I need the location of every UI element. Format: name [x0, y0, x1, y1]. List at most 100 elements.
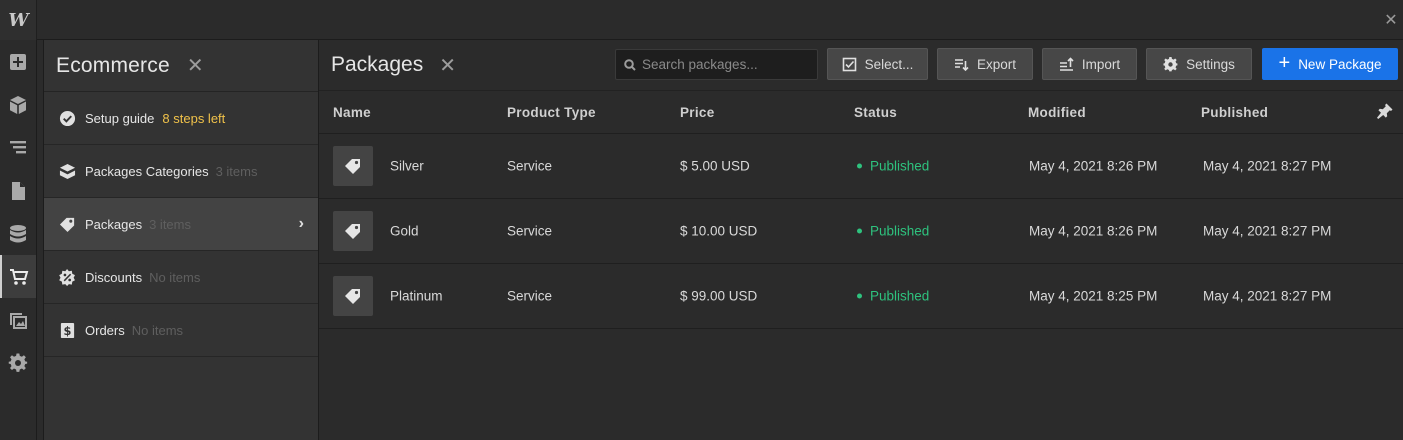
export-button-label: Export [976, 56, 1017, 72]
cell-price: $ 10.00 USD [680, 223, 758, 239]
column-header-published[interactable]: Published [1201, 105, 1268, 120]
category-icon [58, 162, 76, 180]
svg-text:$: $ [63, 323, 71, 337]
column-header-name[interactable]: Name [333, 105, 371, 120]
import-button[interactable]: Import [1042, 48, 1137, 80]
settings-button[interactable]: Settings [1146, 48, 1252, 80]
page-title: Packages [331, 53, 424, 76]
table-row[interactable]: Gold Service $ 10.00 USD Published May 4… [319, 199, 1403, 264]
gear-icon [1163, 56, 1178, 71]
panel-item-count: No items [149, 269, 201, 285]
panel-item-label: Discounts [85, 269, 143, 285]
export-button[interactable]: Export [937, 48, 1033, 80]
cell-status: Published [857, 224, 929, 239]
cell-modified: May 4, 2021 8:26 PM [1029, 223, 1158, 239]
column-header-price[interactable]: Price [680, 105, 715, 120]
cms-icon [10, 224, 26, 242]
tag-icon [58, 215, 76, 233]
panel-item-label: Orders [85, 322, 125, 338]
column-header-product-type[interactable]: Product Type [507, 105, 596, 120]
panel-item-label: Setup guide [85, 110, 155, 126]
select-button[interactable]: Select... [827, 48, 928, 80]
settings-gear-icon [8, 352, 28, 372]
rail-add-button[interactable] [0, 40, 36, 83]
row-thumbnail [333, 276, 373, 316]
box-icon [10, 95, 26, 114]
panel-item-count: No items [131, 322, 184, 338]
logo-text: W [8, 9, 28, 31]
cell-name: Silver [390, 158, 424, 174]
cell-product-type: Service [507, 158, 553, 174]
close-icon[interactable]: ✕ [1379, 0, 1403, 40]
status-dot [857, 293, 862, 299]
tag-icon [345, 159, 360, 174]
import-button-label: Import [1081, 56, 1121, 72]
table-header: Name Product Type Price Status Modified … [319, 91, 1403, 134]
table-row[interactable]: Platinum Service $ 99.00 USD Published M… [319, 264, 1403, 329]
select-button-label: Select... [864, 56, 914, 72]
plus-icon: + [1278, 52, 1291, 74]
export-icon [954, 58, 969, 71]
panel-item-orders[interactable]: $ Orders No items [44, 304, 318, 357]
search-icon [624, 58, 636, 71]
panel-item-packages-categories[interactable]: Packages Categories 3 items [44, 145, 318, 198]
steps-left-badge: 8 steps left [162, 110, 226, 126]
cell-price: $ 99.00 USD [680, 288, 758, 304]
panel-item-packages[interactable]: Packages 3 items › [44, 198, 318, 251]
settings-button-label: Settings [1186, 56, 1235, 72]
table-row[interactable]: Silver Service $ 5.00 USD Published May … [319, 134, 1403, 199]
panel-item-discounts[interactable]: Discounts No items [44, 251, 318, 304]
cell-published: May 4, 2021 8:27 PM [1203, 223, 1332, 239]
new-package-label: New Package [1298, 56, 1382, 72]
panel-item-setup-guide[interactable]: Setup guide 8 steps left [44, 92, 318, 145]
status-text: Published [870, 288, 930, 304]
top-bar: W ✕ [0, 0, 1403, 40]
new-package-button[interactable]: + New Package [1262, 48, 1398, 80]
webflow-logo[interactable]: W [0, 0, 37, 40]
panel-item-label: Packages [85, 216, 143, 232]
search-input[interactable] [642, 57, 812, 72]
cell-name: Gold [390, 223, 419, 239]
cell-published: May 4, 2021 8:27 PM [1203, 158, 1332, 174]
cell-product-type: Service [507, 288, 553, 304]
rail-cms-button[interactable] [0, 212, 36, 255]
panel-item-count: 3 items [149, 216, 191, 232]
pages-icon [12, 181, 25, 200]
tag-icon [345, 224, 360, 239]
column-header-status[interactable]: Status [854, 105, 897, 120]
row-thumbnail [333, 211, 373, 251]
rail-ecommerce-button[interactable] [0, 255, 36, 298]
cell-status: Published [857, 159, 929, 174]
column-header-modified[interactable]: Modified [1028, 105, 1086, 120]
cell-modified: May 4, 2021 8:25 PM [1029, 288, 1158, 304]
search-box[interactable] [615, 49, 818, 80]
left-rail [0, 40, 37, 440]
cell-status: Published [857, 289, 929, 304]
chevron-right-icon: › [298, 215, 304, 232]
panel-item-count: 3 items [215, 163, 258, 179]
assets-icon [10, 312, 27, 329]
rail-settings-button[interactable] [0, 341, 36, 384]
receipt-icon: $ [58, 321, 76, 339]
rail-divider [37, 40, 44, 440]
packages-main: Packages ✕ Select... Export Import Setti… [319, 40, 1403, 440]
ecommerce-panel: Ecommerce ✕ Setup guide 8 steps left Pac… [44, 40, 319, 440]
panel-close-icon[interactable]: ✕ [187, 53, 204, 78]
tag-icon [345, 289, 360, 304]
rail-symbols-button[interactable] [0, 83, 36, 126]
cell-price: $ 5.00 USD [680, 158, 750, 174]
panel-header: Ecommerce ✕ [44, 40, 318, 92]
cell-published: May 4, 2021 8:27 PM [1203, 288, 1332, 304]
main-close-icon[interactable]: ✕ [439, 53, 456, 78]
pin-icon[interactable] [1377, 103, 1393, 119]
rail-navigator-button[interactable] [0, 126, 36, 169]
status-dot [857, 163, 862, 169]
cell-name: Platinum [390, 288, 443, 304]
panel-item-label: Packages Categories [85, 163, 209, 179]
panel-title: Ecommerce [56, 53, 170, 77]
rail-assets-button[interactable] [0, 298, 36, 341]
discount-icon [58, 268, 76, 286]
status-text: Published [870, 158, 930, 174]
cart-icon [10, 268, 29, 285]
rail-pages-button[interactable] [0, 169, 36, 212]
